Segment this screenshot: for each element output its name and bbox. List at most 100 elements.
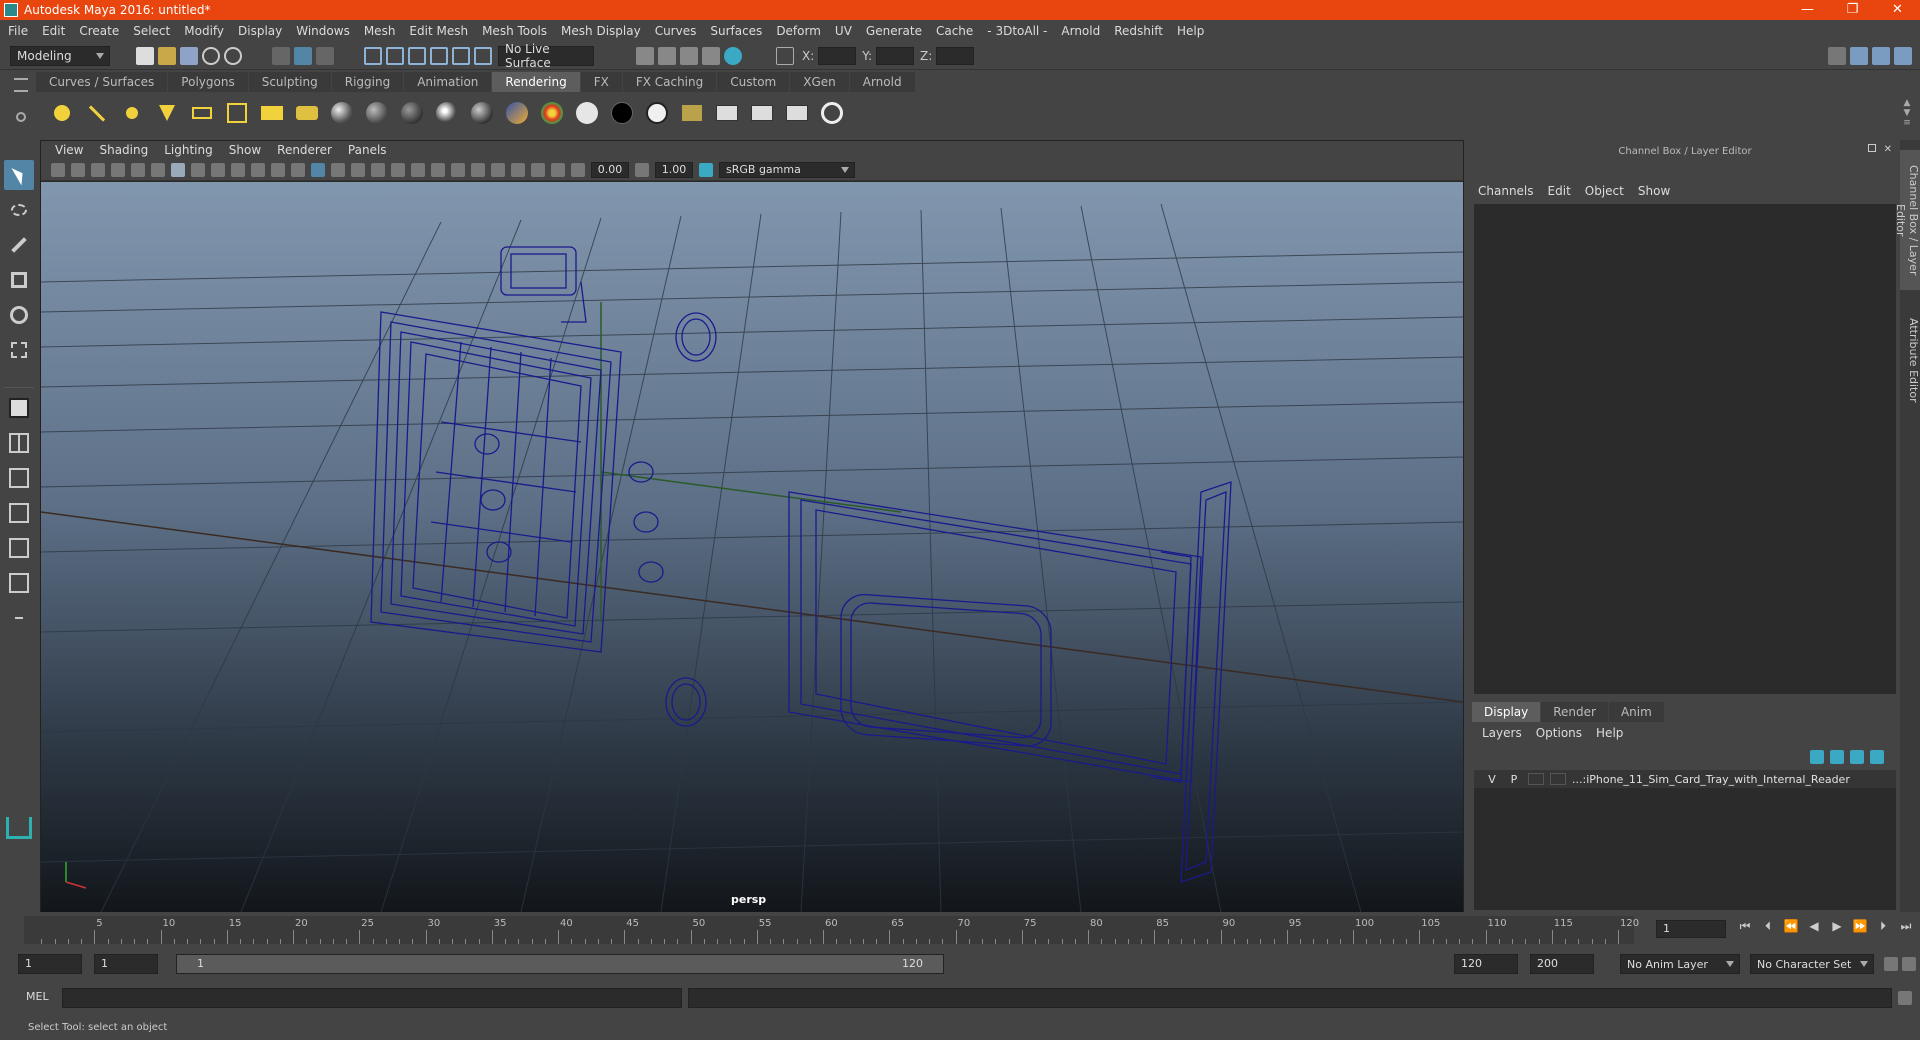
- tab-fx-caching[interactable]: FX Caching: [622, 72, 717, 92]
- render-view-icon[interactable]: [636, 46, 654, 65]
- cb-menu-object[interactable]: Object: [1585, 184, 1624, 198]
- colorspace-dropdown[interactable]: sRGB gamma: [719, 161, 855, 178]
- single-pane-layout-icon[interactable]: [4, 393, 34, 423]
- render-current-shelf-icon[interactable]: [713, 99, 741, 127]
- exposure-field[interactable]: 0.00: [591, 161, 629, 178]
- le-menu-help[interactable]: Help: [1596, 726, 1623, 740]
- command-input[interactable]: [62, 988, 682, 1008]
- layer-row[interactable]: V P ...:iPhone_11_Sim_Card_Tray_with_Int…: [1474, 770, 1896, 788]
- tab-polygons[interactable]: Polygons: [168, 72, 248, 92]
- render-view-shelf-icon[interactable]: [678, 99, 706, 127]
- snap-grid-icon[interactable]: [364, 46, 382, 65]
- field-chart-icon[interactable]: [251, 162, 265, 177]
- mode-dropdown[interactable]: Modeling: [10, 45, 110, 66]
- play-forwards-icon[interactable]: ▶: [1829, 918, 1845, 934]
- character-set-dropdown[interactable]: No Character Set: [1750, 954, 1874, 974]
- smooth-shading-icon[interactable]: [331, 162, 345, 177]
- vp-menu-lighting[interactable]: Lighting: [164, 143, 213, 157]
- snap-live-icon[interactable]: [452, 46, 470, 65]
- channel-box-area[interactable]: [1474, 204, 1896, 694]
- new-scene-icon[interactable]: [136, 46, 154, 65]
- layer-type-toggle[interactable]: [1528, 773, 1544, 785]
- menu-3dtoall[interactable]: - 3DtoAll -: [987, 24, 1047, 38]
- four-pane-layout-icon[interactable]: [4, 428, 34, 458]
- bookmark-icon[interactable]: [91, 162, 105, 177]
- isolate-select-icon[interactable]: [491, 162, 505, 177]
- phong-e-material-icon[interactable]: [433, 99, 461, 127]
- batch-render-icon[interactable]: [783, 99, 811, 127]
- shelf-scroll-icon[interactable]: ▲ ▼ ≡: [1902, 98, 1912, 128]
- shading-map-icon[interactable]: [643, 99, 671, 127]
- layer-name[interactable]: ...:iPhone_11_Sim_Card_Tray_with_Interna…: [1572, 773, 1850, 786]
- y-input[interactable]: [876, 46, 915, 65]
- menu-file[interactable]: File: [8, 24, 28, 38]
- rotate-tool-icon[interactable]: [4, 300, 34, 330]
- tab-curves-surfaces[interactable]: Curves / Surfaces: [36, 72, 168, 92]
- render-settings-shelf-icon[interactable]: [818, 99, 846, 127]
- save-scene-icon[interactable]: [180, 46, 198, 65]
- gamma-icon[interactable]: [635, 162, 649, 177]
- undo-icon[interactable]: [202, 46, 220, 65]
- select-tool-icon[interactable]: [4, 160, 34, 190]
- select-component-icon[interactable]: [316, 46, 334, 65]
- resolution-gate-icon[interactable]: [211, 162, 225, 177]
- camera-lock-icon[interactable]: [71, 162, 85, 177]
- antialiasing-icon[interactable]: [471, 162, 485, 177]
- scale-tool-icon[interactable]: [4, 335, 34, 365]
- menu-surfaces[interactable]: Surfaces: [710, 24, 762, 38]
- layer-playback-toggle[interactable]: P: [1506, 773, 1522, 786]
- shelf-options-icon[interactable]: [16, 112, 26, 122]
- go-to-start-icon[interactable]: ⏮: [1737, 918, 1753, 934]
- modeling-toolkit-icon[interactable]: [1828, 47, 1846, 65]
- menu-edit[interactable]: Edit: [42, 24, 65, 38]
- mel-label[interactable]: MEL: [26, 990, 49, 1003]
- go-to-end-icon[interactable]: ⏭: [1898, 918, 1914, 934]
- area-light-icon[interactable]: [188, 99, 216, 127]
- menu-modify[interactable]: Modify: [184, 24, 224, 38]
- transform-input-icon[interactable]: [776, 46, 794, 65]
- hypershade-icon[interactable]: [724, 46, 742, 65]
- close-button[interactable]: ✕: [1875, 0, 1920, 20]
- vp-menu-shading[interactable]: Shading: [99, 143, 148, 157]
- menu-windows[interactable]: Windows: [296, 24, 350, 38]
- exposure-icon[interactable]: [571, 162, 585, 177]
- script-editor-icon[interactable]: [1898, 991, 1912, 1005]
- panel-float-icon[interactable]: [1868, 144, 1876, 152]
- menu-arnold[interactable]: Arnold: [1061, 24, 1100, 38]
- menu-deform[interactable]: Deform: [776, 24, 821, 38]
- lasso-tool-icon[interactable]: [4, 195, 34, 225]
- safe-title-icon[interactable]: [291, 162, 305, 177]
- blinn-material-icon[interactable]: [328, 99, 356, 127]
- shelf-menu-icon[interactable]: [14, 78, 28, 92]
- point-light-icon[interactable]: [118, 99, 146, 127]
- directional-light-icon[interactable]: [83, 99, 111, 127]
- anisotropic-material-icon[interactable]: [468, 99, 496, 127]
- tab-anim-layers[interactable]: Anim: [1608, 702, 1664, 722]
- range-slider-bar[interactable]: 1 120: [176, 954, 944, 974]
- auto-key-icon[interactable]: [1884, 957, 1898, 971]
- layered-shader-icon[interactable]: [503, 99, 531, 127]
- tab-fx[interactable]: FX: [580, 72, 622, 92]
- use-all-lights-icon[interactable]: [391, 162, 405, 177]
- magnet-icon[interactable]: [474, 46, 492, 65]
- z-input[interactable]: [936, 46, 975, 65]
- gamma-field[interactable]: 1.00: [655, 161, 693, 178]
- tab-render-layers[interactable]: Render: [1541, 702, 1608, 722]
- step-forward-frame-icon[interactable]: ⏵: [1875, 918, 1891, 934]
- x-input[interactable]: [818, 46, 857, 65]
- tab-rigging[interactable]: Rigging: [331, 72, 404, 92]
- panel-close-icon[interactable]: ✕: [1884, 144, 1892, 155]
- xray-icon[interactable]: [511, 162, 525, 177]
- select-hierarchy-icon[interactable]: [272, 46, 290, 65]
- playback-end-field[interactable]: 120: [1454, 954, 1518, 974]
- graph-editor-layout-icon[interactable]: [4, 533, 34, 563]
- camera-icon[interactable]: [258, 99, 286, 127]
- film-gate-icon[interactable]: [191, 162, 205, 177]
- phong-material-icon[interactable]: [398, 99, 426, 127]
- safe-action-icon[interactable]: [271, 162, 285, 177]
- vp-menu-view[interactable]: View: [55, 143, 83, 157]
- lambert-material-icon[interactable]: [363, 99, 391, 127]
- anim-layer-dropdown[interactable]: No Anim Layer: [1620, 954, 1740, 974]
- tool-settings-toggle-icon[interactable]: [1872, 47, 1890, 65]
- animation-start-field[interactable]: 1: [18, 954, 82, 974]
